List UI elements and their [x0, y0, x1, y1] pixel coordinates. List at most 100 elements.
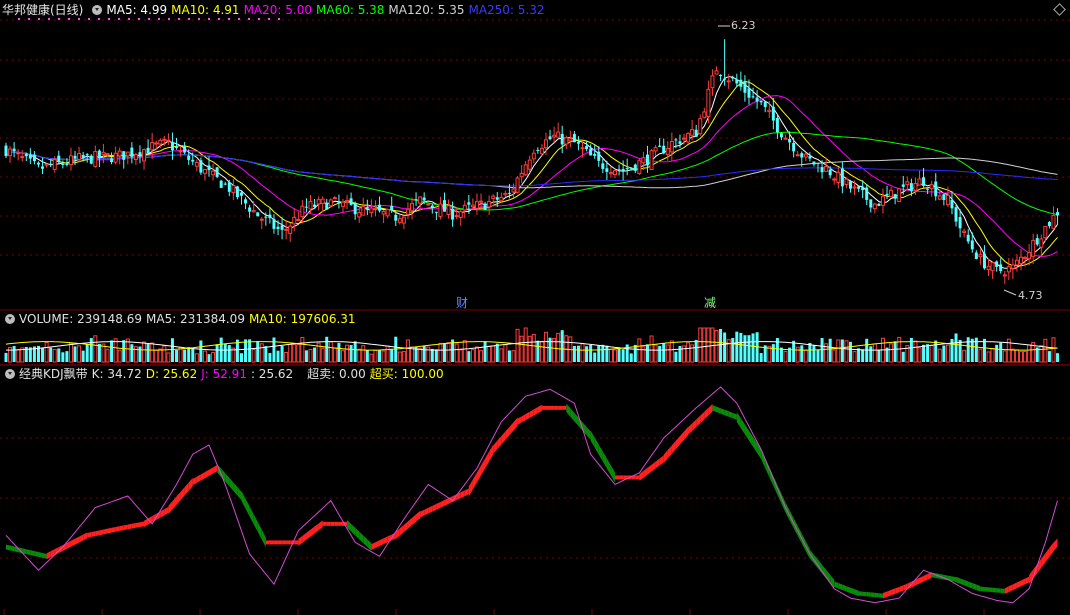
volume-bar [138, 346, 142, 362]
signal-dot [218, 18, 220, 20]
volume-bar [97, 343, 101, 362]
candle-body [1002, 274, 1007, 277]
settings-toggle-icon[interactable] [92, 5, 103, 15]
volume-bar [917, 347, 922, 363]
candle-body [585, 146, 589, 150]
volume-bar [401, 351, 406, 363]
candle-body [390, 205, 394, 211]
candle-body [280, 225, 284, 230]
volume-bar [593, 352, 597, 362]
kdj-ribbon-segment [83, 532, 88, 541]
price-panel-header: 华邦健康(日线) MA5: 4.99 MA10: 4.91 MA20: 5.00 MA6… [0, 2, 549, 18]
volume-bar [251, 348, 256, 363]
kdj-ribbon-segment [684, 426, 689, 440]
candle-body [714, 70, 719, 75]
marker-jian[interactable]: 减 [704, 296, 716, 310]
volume-bar [889, 343, 894, 363]
kdj-ribbon-segment [988, 587, 993, 593]
candle-body [917, 178, 922, 186]
kdj-ribbon-segment [87, 532, 92, 538]
kdj-ribbon-segment [1021, 578, 1026, 587]
volume-bar [669, 340, 674, 363]
ma10-value: MA10: 4.91 [171, 3, 240, 17]
volume-bar [576, 345, 580, 362]
ma250-value: MA250: 5.32 [468, 3, 545, 17]
volume-bar [434, 349, 438, 362]
signal-dot [278, 18, 280, 20]
kdj-ribbon-segment [310, 526, 315, 537]
kdj-ribbon-segment [375, 540, 380, 549]
candle-body [872, 203, 877, 210]
volume-bar [719, 328, 723, 362]
kdj-ribbon-segment [286, 540, 291, 545]
kdj-ribbon-segment [245, 498, 250, 517]
overbought-value: 超买: 100.00 [369, 367, 444, 381]
kdj-ribbon-segment [371, 542, 376, 550]
signal-dot [198, 18, 200, 20]
ma120-value: MA120: 5.35 [388, 3, 465, 17]
candle-body [365, 207, 369, 209]
volume-bar [61, 352, 65, 362]
volume-bar [848, 341, 852, 362]
candle-body [755, 97, 759, 102]
volume-bar [175, 350, 179, 362]
volume-bar [792, 340, 796, 362]
kdj-ribbon-segment [326, 521, 331, 526]
stock-chart-canvas[interactable]: 6.23 4.73 财 减 [0, 0, 1070, 615]
volume-bar [840, 339, 844, 362]
volume-bar [869, 346, 873, 362]
kdj-ribbon-segment [736, 412, 741, 429]
kdj-ribbon-segment [533, 407, 538, 416]
candle-body [726, 80, 731, 83]
volume-toggle-icon[interactable] [5, 314, 15, 324]
volume-bar [183, 349, 187, 362]
kdj-ribbon-segment [176, 491, 181, 505]
candle-body [272, 218, 276, 229]
candle-body [719, 74, 723, 77]
volume-bar [1051, 337, 1056, 363]
candle-body [625, 168, 629, 170]
candle-body [251, 210, 256, 213]
volume-bar [320, 347, 325, 363]
volume-bar [1047, 351, 1051, 362]
candle-body [332, 197, 337, 200]
volume-bar [4, 352, 8, 362]
kdj-ribbon-segment [38, 552, 43, 558]
candle-body [885, 193, 889, 196]
kdj-ribbon-segment [700, 411, 705, 424]
volume-bar [816, 349, 820, 362]
kdj-ribbon-segment [42, 552, 47, 559]
volume-bar [515, 328, 520, 363]
kdj-ribbon-segment [46, 551, 51, 560]
kdj-ribbon-segment [716, 406, 721, 414]
kdj-ribbon-segment [298, 535, 303, 546]
kdj-ribbon-segment [456, 492, 461, 501]
candle-body [418, 196, 423, 204]
candle-body [491, 195, 496, 199]
volume-bar [893, 341, 897, 362]
kdj-ribbon-segment [854, 589, 859, 597]
volume-bar [170, 338, 174, 362]
kdj-ribbon-segment [257, 521, 262, 540]
volume-bar [613, 349, 617, 363]
candle-body [41, 166, 45, 169]
kdj-ribbon-segment [355, 527, 360, 540]
marker-cai[interactable]: 财 [456, 296, 468, 310]
volume-bar [12, 346, 16, 362]
kdj-toggle-icon[interactable] [5, 369, 15, 379]
signal-dot [38, 18, 40, 20]
candle-body [325, 202, 329, 210]
candle-body [828, 169, 832, 176]
candle-body [682, 137, 687, 140]
candle-body [259, 218, 264, 221]
candle-body [12, 148, 16, 152]
volume-bar [580, 343, 585, 363]
candle-body [1039, 238, 1044, 248]
kdj-ribbon-segment [951, 576, 957, 582]
stock-title[interactable]: 华邦健康(日线) [2, 3, 83, 17]
kdj-ribbon-segment [834, 581, 839, 589]
volume-bar [1014, 349, 1019, 363]
kdj-name[interactable]: 经典KDJ飘带 [19, 367, 88, 381]
kdj-ribbon-segment [204, 469, 209, 479]
candle-body [158, 139, 163, 145]
